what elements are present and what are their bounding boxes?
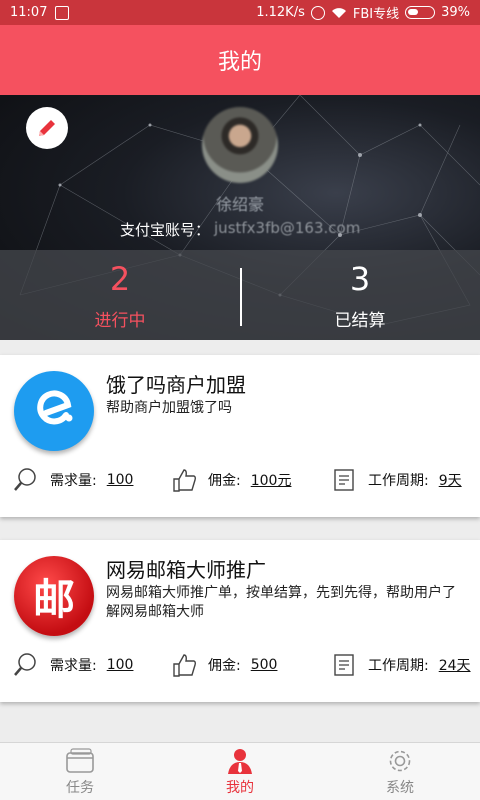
commission-metric: 佣金: 500 xyxy=(170,650,277,680)
commission-label: 佣金: xyxy=(208,658,241,674)
stat-count: 2 xyxy=(109,259,131,298)
task-stats: 2 进行中 3 已结算 xyxy=(0,250,480,340)
tab-system[interactable]: 系统 xyxy=(320,743,480,800)
netease-mail-logo: 邮 xyxy=(14,556,94,636)
network-speed: 1.12K/s xyxy=(256,5,305,20)
wallet-icon xyxy=(66,747,94,773)
bottom-tab-bar: 任务 我的 系统 xyxy=(0,742,480,800)
alipay-value: justfx3fb@163.com xyxy=(214,219,361,237)
user-icon xyxy=(228,748,252,774)
battery-icon xyxy=(405,6,436,19)
alarm-icon xyxy=(310,5,325,20)
profile-header: 徐绍豪 支付宝账号： justfx3fb@163.com 2 进行中 3 已结算 xyxy=(0,95,480,340)
app-bar: 我的 xyxy=(0,25,480,95)
period-label: 工作周期: xyxy=(368,473,429,489)
period-value: 9天 xyxy=(438,473,462,489)
page-title: 我的 xyxy=(217,50,262,75)
task-description: 网易邮箱大师推广单，按单结算，先到先得，帮助用户了解网易邮箱大师 xyxy=(106,585,456,620)
demand-label: 需求量: xyxy=(50,658,97,674)
task-metrics: 需求量: 100 佣金: 100元 工作周期: 9天 xyxy=(0,465,480,495)
tab-label: 任务 xyxy=(66,779,94,796)
stat-in-progress[interactable]: 2 进行中 xyxy=(0,250,240,340)
magnifier-icon xyxy=(14,653,36,676)
thumbs-up-icon xyxy=(173,654,197,677)
stat-label: 已结算 xyxy=(334,310,386,331)
edit-profile-button[interactable] xyxy=(26,107,68,149)
period-value: 24天 xyxy=(438,658,471,674)
logo-text: 邮 xyxy=(32,574,75,624)
demand-value: 100 xyxy=(106,472,134,488)
pencil-icon xyxy=(39,120,55,136)
alipay-account: 支付宝账号： justfx3fb@163.com xyxy=(120,219,360,240)
wifi-icon xyxy=(331,7,346,18)
period-metric: 工作周期: 9天 xyxy=(330,465,462,495)
task-card[interactable]: 邮 网易邮箱大师推广 网易邮箱大师推广单，按单结算，先到先得，帮助用户了解网易邮… xyxy=(0,540,480,702)
commission-value: 500 xyxy=(250,657,278,673)
tab-mine[interactable]: 我的 xyxy=(160,743,320,800)
avatar[interactable] xyxy=(202,107,278,183)
task-metrics: 需求量: 100 佣金: 500 工作周期: 24天 xyxy=(0,650,480,680)
commission-metric: 佣金: 100元 xyxy=(170,465,291,495)
task-card[interactable]: 饿了吗商户加盟 帮助商户加盟饿了吗 需求量: 100 佣金: 100元 工作周期… xyxy=(0,355,480,517)
stat-settled[interactable]: 3 已结算 xyxy=(240,250,480,340)
task-description: 帮助商户加盟饿了吗 xyxy=(106,400,232,416)
stat-count: 3 xyxy=(349,259,371,298)
commission-value: 100元 xyxy=(250,473,292,489)
username: 徐绍豪 xyxy=(215,195,264,214)
stats-divider xyxy=(240,268,242,326)
demand-label: 需求量: xyxy=(50,473,97,489)
status-bar: 11:07 1.12K/s FBI专线 39% xyxy=(0,0,480,25)
thumbs-up-icon xyxy=(173,469,197,492)
demand-metric: 需求量: 100 xyxy=(12,465,133,495)
calendar-icon xyxy=(334,654,354,676)
period-metric: 工作周期: 24天 xyxy=(330,650,471,680)
tab-tasks[interactable]: 任务 xyxy=(0,743,160,800)
magnifier-icon xyxy=(14,468,36,491)
tab-label: 系统 xyxy=(386,779,414,796)
alipay-label: 支付宝账号： xyxy=(120,221,211,239)
gear-icon xyxy=(389,750,411,771)
carrier-name: FBI专线 xyxy=(352,7,400,22)
calendar-icon xyxy=(334,469,354,491)
tab-label: 我的 xyxy=(226,779,254,796)
task-title: 饿了吗商户加盟 xyxy=(106,373,246,397)
demand-value: 100 xyxy=(106,657,134,673)
status-time: 11:07 xyxy=(10,5,48,20)
eleme-logo xyxy=(14,371,94,451)
eleme-e-icon xyxy=(37,390,73,425)
demand-metric: 需求量: 100 xyxy=(12,650,133,680)
battery-level: 39% xyxy=(441,5,470,20)
commission-label: 佣金: xyxy=(208,473,241,489)
stat-label: 进行中 xyxy=(94,310,146,331)
notification-icon xyxy=(55,5,70,20)
task-title: 网易邮箱大师推广 xyxy=(106,558,266,582)
period-label: 工作周期: xyxy=(368,658,429,674)
